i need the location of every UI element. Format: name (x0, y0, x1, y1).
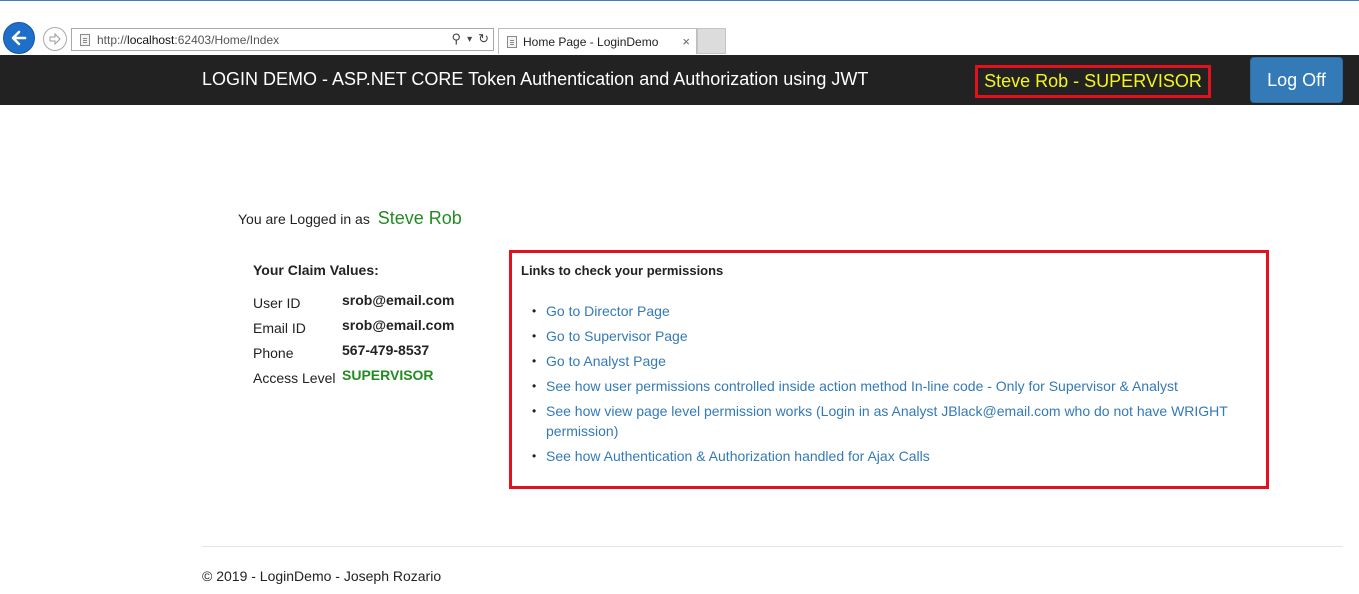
permissions-panel: Links to check your permissions Go to Di… (509, 250, 1269, 489)
claim-label: Email ID (253, 320, 306, 336)
claims-heading: Your Claim Values: (253, 262, 379, 278)
user-role-badge: Steve Rob - SUPERVISOR (975, 65, 1211, 98)
browser-tab[interactable]: Home Page - LoginDemo × (498, 28, 697, 54)
logged-in-message: You are Logged in as Steve Rob (238, 208, 462, 229)
tab-title: Home Page - LoginDemo (523, 34, 659, 49)
claim-label: Access Level (253, 370, 336, 386)
forward-button[interactable] (43, 27, 67, 51)
claim-row-access-level: Access Level SUPERVISOR (253, 367, 434, 386)
link-ajax-auth[interactable]: See how Authentication & Authorization h… (532, 446, 1258, 466)
footer-copyright: © 2019 - LoginDemo - Joseph Rozario (202, 568, 442, 584)
link-director-page[interactable]: Go to Director Page (532, 301, 1258, 321)
claim-label: User ID (253, 295, 301, 311)
new-tab-button[interactable] (697, 28, 726, 54)
link-inline-permissions[interactable]: See how user permissions controlled insi… (532, 376, 1258, 396)
footer-divider (202, 546, 1343, 547)
link-view-level-permissions[interactable]: See how view page level permission works… (532, 401, 1258, 441)
link-analyst-page[interactable]: Go to Analyst Page (532, 351, 1258, 371)
claim-row-email-id: Email ID srob@email.com (253, 317, 455, 336)
claim-value: srob@email.com (342, 317, 455, 333)
log-off-button[interactable]: Log Off (1250, 57, 1343, 103)
brand-title[interactable]: LOGIN DEMO - ASP.NET CORE Token Authenti… (202, 69, 868, 90)
logged-in-user-name: Steve Rob (377, 208, 462, 228)
claim-row-phone: Phone 567-479-8537 (253, 342, 430, 361)
permissions-heading: Links to check your permissions (521, 263, 724, 278)
tab-page-icon (507, 35, 517, 48)
search-icon[interactable]: ⚲ (452, 31, 462, 47)
permission-links-list: Go to Director Page Go to Supervisor Pag… (532, 301, 1258, 471)
back-button[interactable] (3, 22, 35, 54)
address-actions: ⚲ ▾ ↻ (452, 31, 489, 47)
refresh-icon[interactable]: ↻ (478, 31, 489, 47)
claim-value: 567-479-8537 (342, 342, 430, 358)
claim-value: srob@email.com (342, 292, 455, 308)
address-bar[interactable]: http://localhost:62403/Home/Index ⚲ ▾ ↻ (71, 28, 494, 51)
close-icon[interactable]: × (682, 34, 690, 49)
browser-top-border (0, 0, 1359, 1)
address-url[interactable]: http://localhost:62403/Home/Index (97, 33, 279, 47)
dropdown-icon[interactable]: ▾ (467, 34, 472, 45)
logged-in-prefix: You are Logged in as (238, 211, 370, 227)
claim-label: Phone (253, 345, 294, 361)
claim-row-user-id: User ID srob@email.com (253, 292, 455, 311)
navbar: LOGIN DEMO - ASP.NET CORE Token Authenti… (0, 55, 1359, 105)
forward-arrow-icon (49, 32, 61, 46)
link-supervisor-page[interactable]: Go to Supervisor Page (532, 326, 1258, 346)
page-icon (80, 33, 90, 46)
back-arrow-icon (11, 30, 27, 46)
claim-value-access-level: SUPERVISOR (342, 367, 434, 383)
